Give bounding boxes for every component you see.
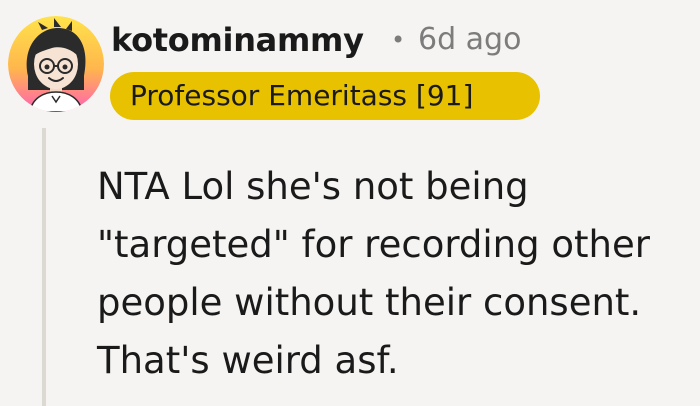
user-flair-badge: Professor Emeritass [91] [110, 72, 540, 120]
comment-body-line: "targeted" for recording other [97, 223, 650, 266]
comment-body: NTA Lol she's not being "targeted" for r… [97, 158, 697, 390]
comment-age[interactable]: 6d ago [418, 20, 521, 60]
thread-collapse-line[interactable] [42, 128, 46, 406]
meta-separator-dot: • [391, 26, 406, 54]
comment-author-username[interactable]: kotominammy [111, 20, 364, 60]
user-avatar[interactable] [8, 16, 104, 112]
comment-body-line: people without their consent. [97, 281, 642, 324]
comment-body-line: NTA Lol she's not being [97, 165, 529, 208]
comment-body-line: That's weird asf. [97, 339, 399, 382]
cartoon-girl-with-glasses-avatar-icon [8, 16, 104, 112]
